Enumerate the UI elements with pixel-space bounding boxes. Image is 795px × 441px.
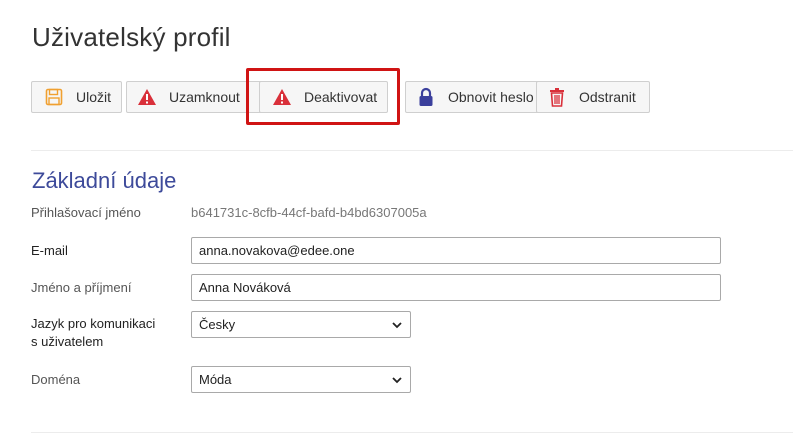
chevron-down-icon (392, 322, 402, 329)
trash-icon (547, 87, 567, 107)
deactivate-button-label: Deaktivovat (304, 89, 378, 105)
reset-password-button-label: Obnovit heslo (448, 89, 534, 105)
save-button-label: Uložit (76, 89, 112, 105)
name-field[interactable] (191, 274, 721, 301)
divider (31, 150, 793, 151)
chevron-down-icon (392, 377, 402, 384)
language-label-line1: Jazyk pro komunikaci (31, 316, 156, 331)
delete-button[interactable]: Odstranit (536, 81, 650, 113)
lock-button[interactable]: Uzamknout (126, 81, 275, 113)
delete-button-label: Odstranit (579, 89, 636, 105)
language-label: Jazyk pro komunikaci s uživatelem (31, 315, 155, 351)
email-label: E-mail (31, 243, 68, 258)
save-button[interactable]: Uložit (31, 81, 122, 113)
language-select-value: Česky (199, 317, 236, 332)
email-field[interactable] (191, 237, 721, 264)
login-label: Přihlašovací jméno (31, 205, 141, 220)
lock-button-label: Uzamknout (169, 89, 240, 105)
language-label-line2: s uživatelem (31, 334, 104, 349)
domain-select-value: Móda (199, 372, 232, 387)
page-title: Uživatelský profil (32, 22, 231, 52)
domain-select[interactable]: Móda (191, 366, 411, 393)
login-value: b641731c-8cfb-44cf-bafd-b4bd6307005a (191, 205, 427, 220)
divider (31, 432, 793, 433)
padlock-icon (416, 87, 436, 107)
floppy-disk-icon (44, 87, 64, 107)
warning-triangle-icon (137, 87, 157, 107)
deactivate-button[interactable]: Deaktivovat (259, 81, 388, 113)
language-select[interactable]: Česky (191, 311, 411, 338)
name-label: Jméno a příjmení (31, 280, 132, 295)
section-title: Základní údaje (32, 168, 177, 193)
warning-triangle-icon (272, 87, 292, 107)
domain-label: Doména (31, 372, 81, 387)
